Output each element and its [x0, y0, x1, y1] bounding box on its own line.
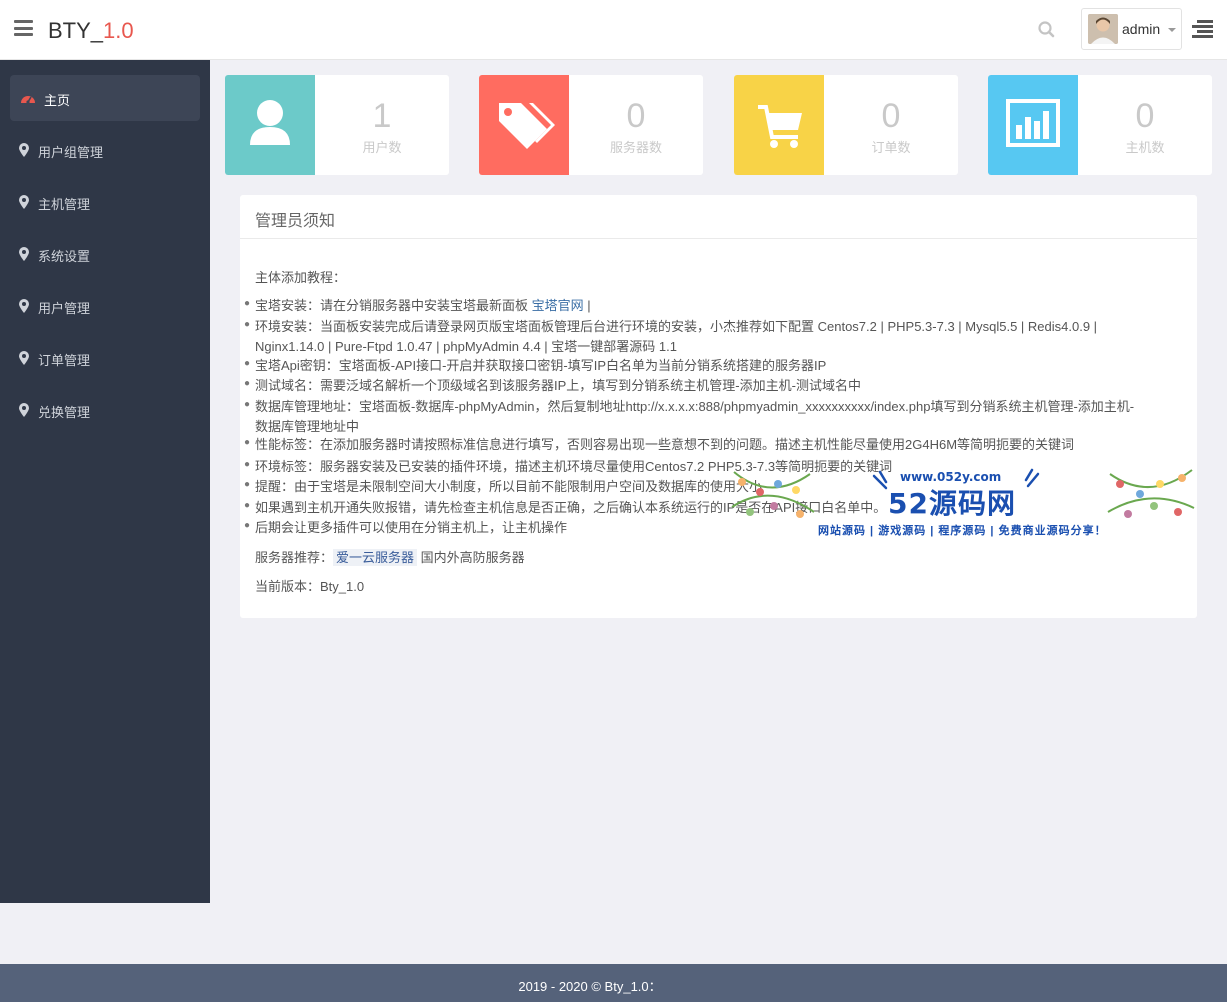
- stat-label: 服务器数: [609, 140, 662, 155]
- sidebar-item-label: 主机管理: [38, 197, 91, 212]
- watermark-logo: www.052y.com 52源码网 网站源码 | 游戏源码 | 程序源码 | …: [730, 462, 1195, 544]
- stat-card-hosts[interactable]: 0 主机数: [988, 75, 1212, 175]
- divider: [240, 238, 1197, 239]
- hamburger-icon[interactable]: [14, 20, 33, 36]
- map-marker-icon: [19, 299, 33, 313]
- intro-text: 主体添加教程：: [255, 270, 347, 285]
- brand-version: 1.0: [103, 18, 134, 43]
- stat-card-orders[interactable]: 0 订单数: [734, 75, 958, 175]
- flower-garland-icon: [1107, 469, 1195, 518]
- bullet: ●: [244, 500, 251, 511]
- align-right-menu-icon[interactable]: [1192, 20, 1213, 38]
- sidebar-item-hosts[interactable]: 主机管理: [10, 179, 200, 225]
- stat-card-servers[interactable]: 0 服务器数: [479, 75, 703, 175]
- map-marker-icon: [19, 195, 33, 209]
- stat-label: 用户数: [362, 140, 402, 155]
- sidebar-item-users[interactable]: 用户管理: [10, 283, 200, 329]
- list-item: 宝塔Api密钥：宝塔面板-API接口-开启并获取接口密钥-填写IP白名单为当前分…: [255, 358, 827, 373]
- stat-label: 订单数: [871, 140, 911, 155]
- bar-chart-icon: [988, 75, 1078, 175]
- stat-value: 0: [626, 97, 646, 135]
- stat-value: 0: [881, 97, 901, 135]
- top-header: BTY_1.0 admin: [0, 0, 1227, 60]
- map-marker-icon: [19, 143, 33, 157]
- watermark-title: 52源码网: [888, 487, 1016, 520]
- sidebar-item-label: 订单管理: [38, 353, 91, 368]
- sidebar: 主页 用户组管理 主机管理 系统设置 用户管理 订单管理 兑换管理: [0, 60, 210, 903]
- list-item-continued: Nginx1.14.0 | Pure-Ftpd 1.0.47 | phpMyAd…: [255, 339, 677, 354]
- sidebar-item-label: 用户管理: [38, 301, 91, 316]
- version-text: 当前版本：Bty_1.0: [255, 579, 365, 594]
- dashboard-icon: [20, 91, 36, 105]
- recommend-label: 服务器推荐：: [255, 550, 334, 565]
- user-menu[interactable]: admin: [1081, 8, 1182, 50]
- bullet: ●: [244, 298, 251, 309]
- sidebar-item-label: 主页: [44, 93, 71, 108]
- search-icon[interactable]: [1036, 19, 1058, 41]
- list-item: 性能标签：在添加服务器时请按照标准信息进行填写，否则容易出现一些意想不到的问题。…: [255, 437, 1075, 452]
- map-marker-icon: [19, 403, 33, 417]
- stat-label: 主机数: [1125, 140, 1165, 155]
- sidebar-item-label: 兑换管理: [38, 405, 91, 420]
- list-item: 数据库管理地址：宝塔面板-数据库-phpMyAdmin，然后复制地址http:/…: [255, 399, 1135, 414]
- sidebar-item-label: 系统设置: [38, 249, 91, 264]
- list-item: 后期会让更多插件可以使用在分销主机上，让主机操作: [255, 520, 568, 535]
- bullet: ●: [244, 378, 251, 389]
- sidebar-item-orders[interactable]: 订单管理: [10, 335, 200, 381]
- user-name: admin: [1122, 21, 1161, 37]
- cart-icon: [734, 75, 824, 175]
- list-item-continued: 数据库管理地址中: [255, 419, 360, 434]
- sidebar-item-user-groups[interactable]: 用户组管理: [10, 127, 200, 173]
- flower-garland-icon: [731, 471, 815, 518]
- bullet: ●: [244, 520, 251, 531]
- admin-notice-panel: 管理员须知 主体添加教程： ● 宝塔安装：请在分销服务器中安装宝塔最新面板 宝塔…: [240, 195, 1197, 618]
- avatar: [1088, 14, 1118, 44]
- server-recommend: 服务器推荐： 爱一云服务器 国内外高防服务器: [255, 547, 525, 566]
- list-item: 宝塔安装：请在分销服务器中安装宝塔最新面板 宝塔官网 |: [255, 295, 591, 314]
- list-item: 提醒：由于宝塔是未限制空间大小制度，所以目前不能限制用户空间及数据库的使用大小: [255, 479, 763, 494]
- bullet: ●: [244, 459, 251, 470]
- bullet: ●: [244, 399, 251, 410]
- stat-value: 0: [1135, 97, 1155, 135]
- list-item-text: |: [583, 298, 591, 313]
- panel-title: 管理员须知: [255, 213, 336, 230]
- list-item: 环境安装：当面板安装完成后请登录网页版宝塔面板管理后台进行环境的安装，小杰推荐如…: [255, 319, 1098, 334]
- bt-official-link[interactable]: 宝塔官网: [532, 298, 584, 313]
- map-marker-icon: [19, 351, 33, 365]
- sidebar-item-home[interactable]: 主页: [10, 75, 200, 121]
- footer: 2019 - 2020 © Bty_1.0：: [0, 964, 1227, 1002]
- map-marker-icon: [19, 247, 33, 261]
- watermark-subtitle: 网站源码 | 游戏源码 | 程序源码 | 免费商业源码分享！: [818, 525, 1107, 537]
- footer-copyright: 2019 - 2020 © Bty_1.0：: [518, 979, 662, 994]
- bullet: ●: [244, 319, 251, 330]
- stat-card-users[interactable]: 1 用户数: [225, 75, 449, 175]
- stat-value: 1: [372, 97, 392, 135]
- sidebar-item-label: 用户组管理: [38, 145, 104, 160]
- bullet: ●: [244, 479, 251, 490]
- brand-prefix: BTY_: [48, 18, 104, 43]
- chevron-down-icon: [1168, 28, 1176, 32]
- recommend-server-link[interactable]: 爱一云服务器: [333, 549, 418, 566]
- user-icon: [225, 75, 315, 175]
- tags-icon: [479, 75, 569, 175]
- sidebar-item-redeem[interactable]: 兑换管理: [10, 387, 200, 433]
- bullet: ●: [244, 358, 251, 369]
- recommend-suffix: 国内外高防服务器: [417, 550, 525, 565]
- list-item: 测试域名：需要泛域名解析一个顶级域名到该服务器IP上，填写到分销系统主机管理-添…: [255, 378, 861, 393]
- brand-logo[interactable]: BTY_1.0: [48, 18, 134, 44]
- list-item-text: 宝塔安装：请在分销服务器中安装宝塔最新面板: [255, 298, 532, 313]
- bullet: ●: [244, 437, 251, 448]
- sidebar-item-settings[interactable]: 系统设置: [10, 231, 200, 277]
